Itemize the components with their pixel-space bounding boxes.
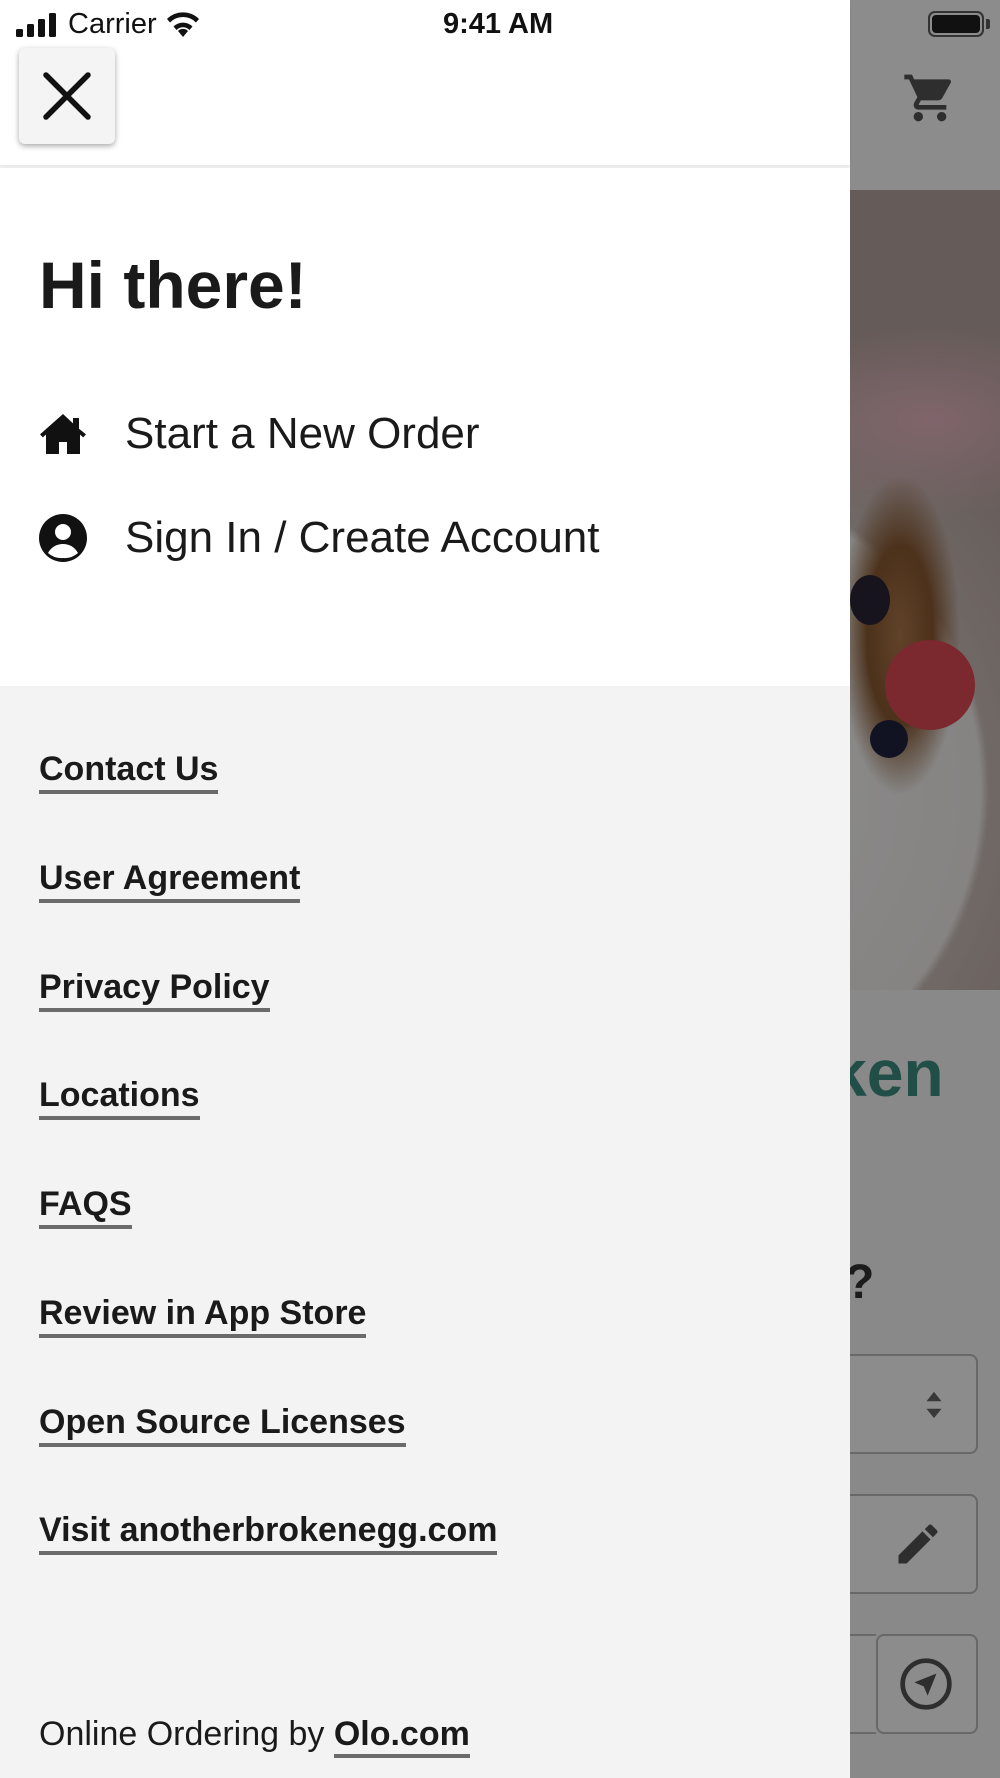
footer-prefix: Online Ordering by: [39, 1715, 334, 1753]
visit-website-link[interactable]: Visit anotherbrokenegg.com: [39, 1511, 498, 1556]
home-icon: [39, 410, 87, 458]
user-circle-icon: [39, 514, 87, 562]
battery-icon: [928, 11, 984, 37]
wifi-icon: [166, 11, 199, 37]
contact-us-link[interactable]: Contact Us: [39, 750, 219, 795]
locations-link[interactable]: Locations: [39, 1076, 200, 1121]
footer: Online Ordering by Olo.com: [39, 1715, 470, 1758]
battery-cap: [986, 19, 990, 29]
sign-in-item[interactable]: Sign In / Create Account: [39, 514, 600, 562]
signal-icon: [16, 12, 56, 37]
carrier-label: Carrier: [68, 8, 157, 40]
close-icon: [43, 72, 91, 120]
start-new-order-item[interactable]: Start a New Order: [39, 410, 480, 458]
user-agreement-link[interactable]: User Agreement: [39, 859, 301, 904]
olo-link[interactable]: Olo.com: [333, 1715, 470, 1758]
drawer-account-section: Hi there! Start a New Order Sign In / Cr…: [0, 168, 850, 686]
side-drawer: Hi there! Start a New Order Sign In / Cr…: [0, 0, 850, 1778]
status-time: 9:41 AM: [443, 8, 554, 40]
status-left: Carrier: [16, 8, 201, 41]
sign-in-label: Sign In / Create Account: [125, 513, 600, 562]
open-source-licenses-link[interactable]: Open Source Licenses: [39, 1403, 406, 1448]
privacy-policy-link[interactable]: Privacy Policy: [39, 968, 270, 1013]
greeting-heading: Hi there!: [39, 248, 307, 322]
status-bar: Carrier 9:41 AM: [0, 0, 1000, 50]
review-app-store-link[interactable]: Review in App Store: [39, 1294, 367, 1339]
start-new-order-label: Start a New Order: [125, 409, 480, 458]
faqs-link[interactable]: FAQS: [39, 1185, 132, 1230]
close-button[interactable]: [19, 48, 115, 144]
